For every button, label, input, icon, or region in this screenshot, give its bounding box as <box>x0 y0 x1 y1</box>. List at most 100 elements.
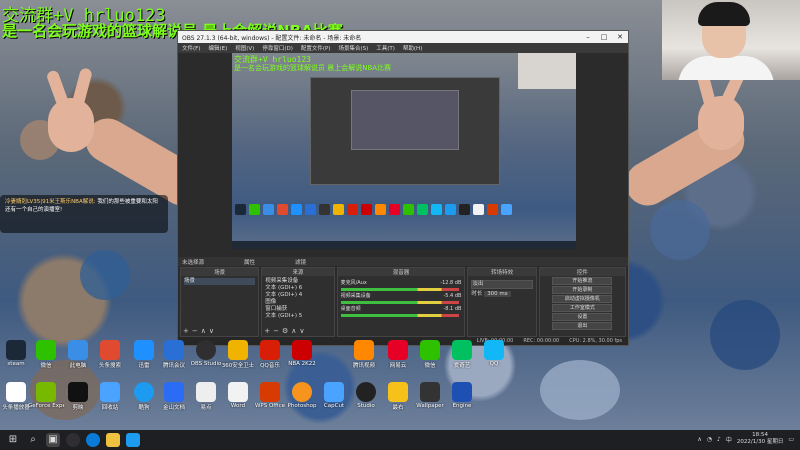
menu-edit[interactable]: 编辑(E) <box>208 44 227 52</box>
source-item[interactable]: 文本 (GDI+) 5 <box>265 313 330 320</box>
source-item[interactable]: 图像 <box>265 299 330 306</box>
studio-mode-button[interactable]: 工作室模式 <box>552 304 613 312</box>
photoshop-icon <box>292 382 312 402</box>
chat-username: 冷妻婿剋LV35|91米王斯乐NBA解说: <box>5 199 96 205</box>
close-icon[interactable]: ✕ <box>612 33 628 41</box>
menu-profile[interactable]: 配置文件(P) <box>301 44 331 52</box>
left-finger <box>71 67 93 109</box>
preview-icon <box>473 204 484 215</box>
controls-dock: 控件 开始推流 开始录制 启动虚拟摄像机 工作室模式 设置 退出 <box>538 267 626 337</box>
network-icon[interactable]: ◔ <box>707 436 712 443</box>
mixer-channel: 桌面音频 -8.1 dB <box>340 306 461 317</box>
volume-meter[interactable] <box>340 288 459 291</box>
transitions-header: 转场特效 <box>468 268 536 276</box>
crowd-figure <box>80 250 130 300</box>
source-item[interactable]: 文本 (GDI+) 6 <box>265 285 330 292</box>
desktop-icon-studio[interactable]: Studio <box>348 382 384 409</box>
desktop-icon-yidian[interactable]: 易点 <box>188 382 224 411</box>
preview-icon <box>431 204 442 215</box>
desktop-icon-tencent-video[interactable]: 腾讯视频 <box>346 340 382 369</box>
task-view-icon[interactable]: ▣ <box>46 433 60 447</box>
mixer-channel: 视频采集设备 -5.4 dB <box>340 293 461 304</box>
menu-docks[interactable]: 停靠窗口(D) <box>262 44 293 52</box>
menu-help[interactable]: 帮助(H) <box>403 44 422 52</box>
edge-icon[interactable] <box>86 433 100 447</box>
zuiyou-icon <box>388 382 408 402</box>
desktop-icon-toutiao[interactable]: 头条搜索 <box>92 340 128 369</box>
desktop-icon-tencent-meeting[interactable]: 腾讯会议 <box>156 340 192 369</box>
preview-icon <box>319 204 330 215</box>
desktop-icon-iqiyi[interactable]: 爱奇艺 <box>444 340 480 369</box>
desktop-icon-wallpaper[interactable]: Wallpaper <box>412 382 448 409</box>
maximize-icon[interactable]: □ <box>596 33 612 41</box>
sources-dock-toolbar[interactable]: +−⚙∧∨ <box>264 327 307 335</box>
search-icon[interactable]: ⌕ <box>26 433 40 447</box>
obs-preview-canvas[interactable]: 交流群+V hrluo123 是一名会玩游戏的篮球解说员 晨上会解说NBA比赛 <box>232 53 576 249</box>
desktop-icon-engine[interactable]: Engine <box>444 382 480 409</box>
preview-icon <box>347 204 358 215</box>
volume-meter[interactable] <box>340 301 459 304</box>
input-language[interactable]: 中 <box>726 435 732 444</box>
settings-button[interactable]: 设置 <box>552 313 613 321</box>
chevron-up-icon[interactable]: ∧ <box>697 436 701 443</box>
taskbar-clock[interactable]: 18:54 2022/1/30 星期日 <box>737 432 783 446</box>
source-item[interactable]: 文本 (GDI+) 4 <box>265 292 330 299</box>
steam-icon <box>6 340 26 360</box>
chat-icon[interactable] <box>126 433 140 447</box>
desktop-icon-qqmusic[interactable]: QQ音乐 <box>252 340 288 369</box>
start-recording-button[interactable]: 开始录制 <box>552 286 613 294</box>
obs-titlebar[interactable]: OBS 27.1.3 (64-bit, windows) - 配置文件: 未命名… <box>178 31 628 43</box>
notification-icon[interactable]: ▭ <box>788 436 794 443</box>
desktop-icon-qq[interactable]: QQ <box>476 340 512 367</box>
menu-view[interactable]: 视图(V) <box>235 44 254 52</box>
obs-icon[interactable] <box>66 433 80 447</box>
preview-taskbar <box>232 241 576 249</box>
volume-icon[interactable]: ♪ <box>717 436 721 443</box>
start-virtual-camera-button[interactable]: 启动虚拟摄像机 <box>552 295 613 303</box>
desktop-icon-nba2k22[interactable]: NBA 2K22 <box>284 340 320 367</box>
desktop-icon-photoshop[interactable]: Photoshop <box>284 382 320 409</box>
desktop-icon-zuiyou[interactable]: 最右 <box>380 382 416 411</box>
windows-start-icon[interactable]: ⊞ <box>6 433 20 447</box>
desktop-icon-capcut[interactable]: CapCut <box>316 382 352 409</box>
desktop-icon-geforce[interactable]: GeForce Experience <box>28 382 64 409</box>
preview-icon <box>361 204 372 215</box>
desktop-icon-obs[interactable]: OBS Studio <box>188 340 224 367</box>
preview-nested-obs <box>310 77 500 185</box>
video-icon <box>354 340 374 360</box>
exit-button[interactable]: 退出 <box>552 322 613 330</box>
properties-button[interactable]: 属性 <box>244 258 255 266</box>
transitions-dock: 转场特效 淡出 时长 300 ms <box>467 267 537 337</box>
menu-file[interactable]: 文件(F) <box>182 44 200 52</box>
desktop-icon-wechat[interactable]: 微信 <box>28 340 64 369</box>
menu-scene-collection[interactable]: 场景集合(S) <box>338 44 368 52</box>
desktop-icon-wechat-2[interactable]: 微信 <box>412 340 448 369</box>
mixer-channel-name: 麦克风/Aux <box>340 280 367 286</box>
filters-button[interactable]: 滤镜 <box>295 258 306 266</box>
chat-message-box: 冷妻婿剋LV35|91米王斯乐NBA解说: 我们的那些被重要和太阳还有一个自己的… <box>0 195 168 233</box>
minimize-icon[interactable]: – <box>580 33 596 41</box>
scene-item[interactable]: 场景 <box>184 278 256 285</box>
desktop-icon-360[interactable]: 360安全卫士 <box>220 340 256 369</box>
preview-icon <box>459 204 470 215</box>
obs-icon <box>196 340 216 360</box>
controls-header: 控件 <box>539 268 625 276</box>
desktop-icon-recycle-bin[interactable]: 回收站 <box>92 382 128 411</box>
desktop-icon-word[interactable]: Word <box>220 382 256 409</box>
desktop-icon-netease[interactable]: 网易云 <box>380 340 416 369</box>
desktop-icon-wps[interactable]: WPS Office <box>252 382 288 409</box>
folder-icon[interactable] <box>106 433 120 447</box>
toutiao-icon <box>100 340 120 360</box>
duration-input[interactable]: 300 ms <box>484 291 511 297</box>
start-streaming-button[interactable]: 开始推流 <box>552 277 613 285</box>
transition-select[interactable]: 淡出 <box>471 280 533 289</box>
desktop-icon-kdocs[interactable]: 金山文档 <box>156 382 192 411</box>
desktop-icon-jianying[interactable]: 剪映 <box>60 382 96 411</box>
volume-meter[interactable] <box>340 314 459 317</box>
source-item[interactable]: 视频采集设备 <box>265 278 330 285</box>
scenes-dock-toolbar[interactable]: +−∧∨ <box>183 327 217 335</box>
desktop-icon-this-pc[interactable]: 此电脑 <box>60 340 96 369</box>
menu-tools[interactable]: 工具(T) <box>376 44 395 52</box>
source-item[interactable]: 窗口捕获 <box>265 306 330 313</box>
preview-icon <box>417 204 428 215</box>
